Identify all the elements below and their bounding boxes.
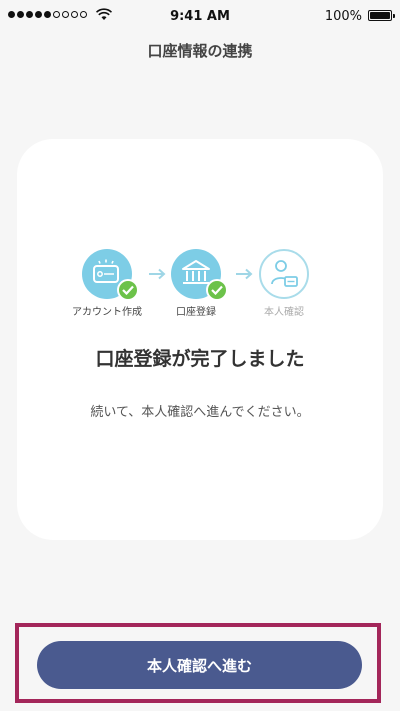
battery-icon [368, 10, 395, 21]
completion-card: アカウント作成 口座登録 本人確認 口座登録が完了しました 続いて、本人確認へ進… [17, 139, 383, 540]
next-step-message: 続いて、本人確認へ進んでください。 [90, 405, 310, 420]
step-label: 本人確認 [264, 307, 304, 318]
arrow-right-icon [236, 268, 253, 280]
check-icon [117, 279, 139, 301]
step-circle [259, 249, 309, 299]
status-bar: 9:41 AM 100% [0, 0, 400, 34]
step-label: アカウント作成 [72, 307, 142, 318]
arrow-right-icon [149, 268, 166, 280]
progress-steps: アカウント作成 口座登録 本人確認 [17, 249, 383, 319]
completion-headline: 口座登録が完了しました [95, 348, 305, 370]
highlight-frame: 本人確認へ進む [15, 623, 381, 703]
page-title: 口座情報の連携 [147, 42, 253, 60]
check-icon [206, 279, 228, 301]
person-id-icon [271, 260, 298, 287]
step-label: 口座登録 [176, 307, 216, 318]
proceed-to-identity-verification-button[interactable]: 本人確認へ進む [37, 641, 362, 689]
battery-percentage: 100% [324, 9, 362, 24]
